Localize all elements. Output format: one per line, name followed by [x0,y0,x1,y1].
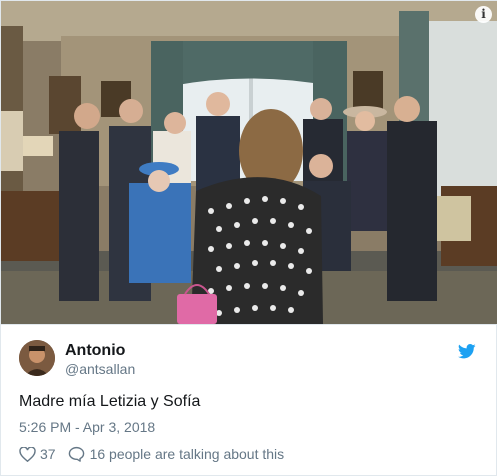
tweet-text: Madre mía Letizia y Sofía [19,393,201,410]
author-name[interactable]: Antonio [65,342,125,360]
tweet-timestamp[interactable]: 5:26 PM - Apr 3, 2018 [19,419,155,435]
tweet-actions: 37 16 people are talking about this [19,444,284,464]
heart-icon [19,446,36,462]
like-button[interactable]: 37 [19,446,56,462]
tweet-photo[interactable]: i [1,1,497,324]
avatar-image [19,340,55,376]
avatar[interactable] [19,340,55,376]
author-handle[interactable]: @antsallan [65,361,135,377]
twitter-bird-icon[interactable] [457,344,476,359]
tweet-meta: Antonio @antsallan Madre mía Letizia y S… [1,324,497,476]
info-icon[interactable]: i [475,6,492,23]
tweet-card: i Antonio @antsallan Madre mía Letizia y… [0,0,497,476]
family-portrait-image [1,1,497,324]
like-count: 37 [40,446,56,462]
conversation-count: 16 people are talking about this [89,446,285,462]
speech-bubble-icon [68,446,84,462]
conversation-link[interactable]: 16 people are talking about this [68,446,285,462]
